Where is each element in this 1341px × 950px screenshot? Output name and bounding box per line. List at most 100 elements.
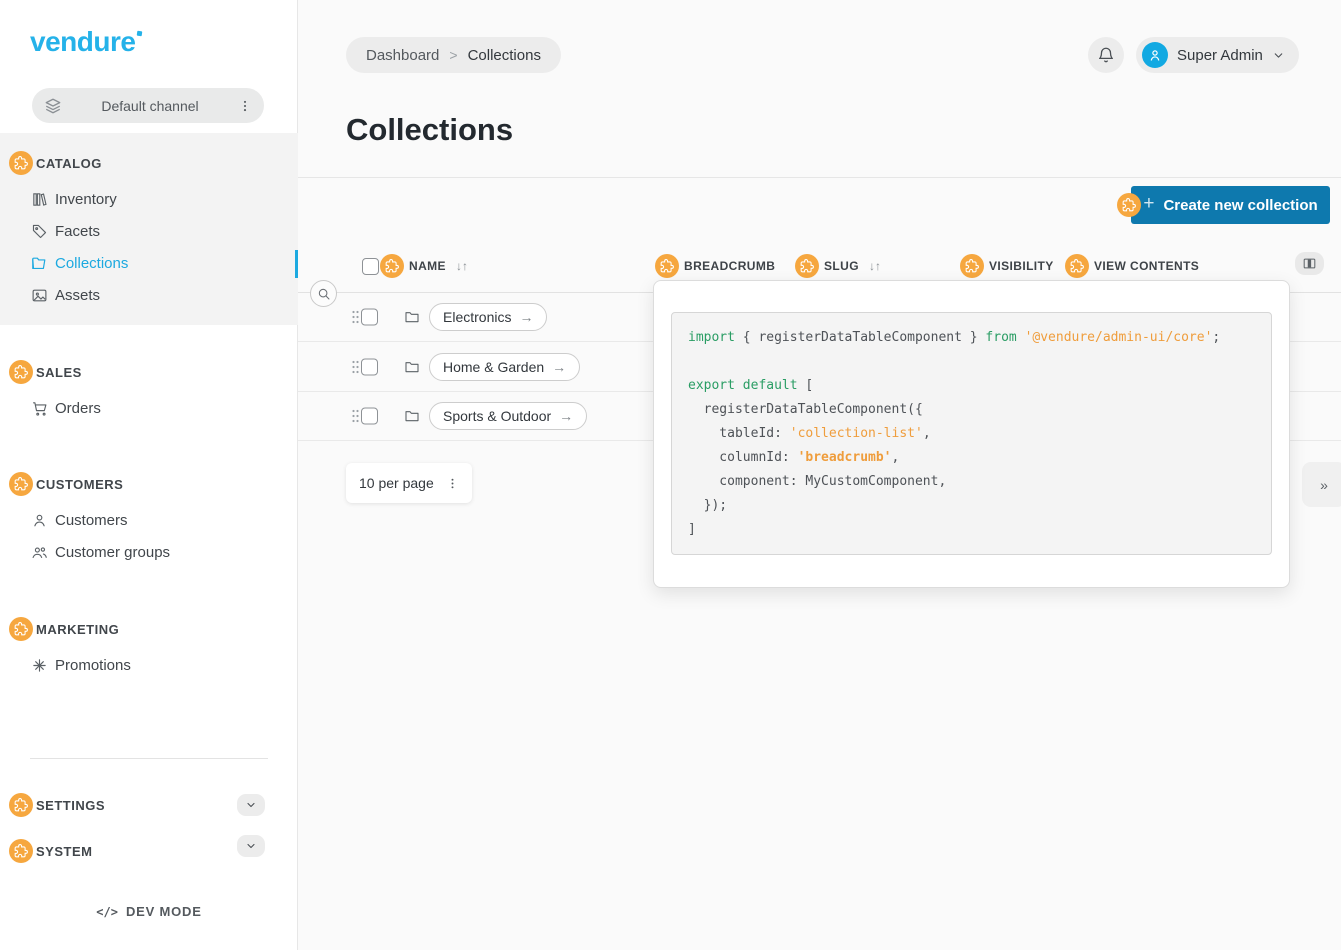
column-settings-button[interactable] bbox=[1295, 252, 1324, 275]
folder-icon bbox=[31, 255, 48, 272]
kebab-icon[interactable] bbox=[238, 99, 252, 113]
breadcrumb-current: Collections bbox=[468, 47, 541, 64]
sidebar-item-label: Promotions bbox=[55, 657, 131, 674]
code-line bbox=[688, 350, 1255, 374]
row-checkbox[interactable] bbox=[361, 309, 378, 326]
user-menu[interactable]: Super Admin bbox=[1136, 37, 1299, 73]
expand-system-button[interactable] bbox=[237, 835, 265, 857]
devmode-puzzle-badge[interactable] bbox=[9, 472, 33, 496]
asterisk-icon bbox=[31, 657, 48, 674]
next-page-button[interactable]: » bbox=[1302, 462, 1341, 507]
sidebar-item-collections[interactable]: Collections bbox=[0, 247, 298, 279]
logo-text: vendure bbox=[30, 26, 135, 57]
sidebar-item-assets[interactable]: Assets bbox=[0, 279, 298, 311]
devmode-puzzle-badge[interactable] bbox=[655, 254, 679, 278]
nav-section-header-settings[interactable]: SETTINGS bbox=[0, 789, 298, 821]
devmode-puzzle-badge[interactable] bbox=[380, 254, 404, 278]
drag-handle-icon[interactable] bbox=[352, 409, 359, 422]
nav-section-header-marketing[interactable]: MARKETING bbox=[0, 613, 298, 645]
nav-section-header-sales[interactable]: SALES bbox=[0, 356, 298, 388]
chevron-down-icon bbox=[245, 840, 257, 852]
devmode-puzzle-badge[interactable] bbox=[960, 254, 984, 278]
chevron-down-icon bbox=[1272, 49, 1285, 62]
nav-section-header-system[interactable]: SYSTEM bbox=[0, 835, 298, 867]
dev-mode-toggle[interactable]: </> DEV MODE bbox=[0, 904, 298, 919]
sidebar-item-label: Customers bbox=[55, 512, 128, 529]
nav-section-header-customers[interactable]: CUSTOMERS bbox=[0, 468, 298, 500]
code-token bbox=[735, 378, 743, 393]
code-token: export bbox=[688, 378, 735, 393]
sidebar-item-orders[interactable]: Orders bbox=[0, 392, 298, 424]
sidebar-item-customers[interactable]: Customers bbox=[0, 504, 298, 536]
page-title: Collections bbox=[346, 112, 513, 148]
column-header-name[interactable]: NAME ↓↑ bbox=[380, 254, 468, 278]
plus-icon: + bbox=[1143, 193, 1154, 215]
devmode-puzzle-badge[interactable] bbox=[795, 254, 819, 278]
search-button[interactable] bbox=[310, 280, 337, 307]
cart-icon bbox=[31, 400, 48, 417]
collection-link[interactable]: Home & Garden → bbox=[429, 353, 580, 381]
code-token bbox=[1017, 330, 1025, 345]
row-checkbox[interactable] bbox=[361, 407, 378, 424]
code-token: ; bbox=[1212, 330, 1220, 345]
select-all-checkbox[interactable] bbox=[362, 258, 379, 275]
sort-icon[interactable]: ↓↑ bbox=[869, 259, 881, 273]
sidebar-item-customer-groups[interactable]: Customer groups bbox=[0, 536, 298, 568]
code-line: }); bbox=[688, 494, 1255, 518]
nav-section-label: SYSTEM bbox=[36, 844, 92, 859]
folder-icon bbox=[404, 309, 420, 325]
devmode-code-popover: import { registerDataTableComponent } fr… bbox=[653, 280, 1290, 588]
devmode-puzzle-badge[interactable] bbox=[9, 617, 33, 641]
expand-settings-button[interactable] bbox=[237, 794, 265, 816]
sidebar-item-promotions[interactable]: Promotions bbox=[0, 649, 298, 681]
collection-link[interactable]: Electronics → bbox=[429, 303, 547, 331]
column-header-slug[interactable]: SLUG ↓↑ bbox=[795, 254, 881, 278]
code-token: component: MyCustomComponent, bbox=[688, 474, 946, 489]
tag-icon bbox=[31, 223, 48, 240]
vendure-logo[interactable]: vendure bbox=[30, 26, 142, 58]
code-token: 'collection-list' bbox=[790, 426, 923, 441]
drag-handle-icon[interactable] bbox=[352, 360, 359, 373]
sidebar-item-label: Customer groups bbox=[55, 544, 170, 561]
user-icon bbox=[31, 512, 48, 529]
breadcrumb-separator: > bbox=[449, 47, 457, 63]
notifications-button[interactable] bbox=[1088, 37, 1124, 73]
breadcrumb-dashboard-link[interactable]: Dashboard bbox=[366, 47, 439, 64]
devmode-puzzle-badge[interactable] bbox=[1065, 254, 1089, 278]
collection-link[interactable]: Sports & Outdoor → bbox=[429, 402, 587, 430]
library-icon bbox=[31, 191, 48, 208]
sidebar-item-facets[interactable]: Facets bbox=[0, 215, 298, 247]
devmode-puzzle-badge[interactable] bbox=[9, 793, 33, 817]
code-token: tableId: bbox=[688, 426, 790, 441]
sidebar-item-label: Collections bbox=[55, 255, 128, 272]
nav-section-label: SETTINGS bbox=[36, 798, 105, 813]
devmode-puzzle-badge[interactable] bbox=[9, 839, 33, 863]
items-per-page-select[interactable]: 10 per page bbox=[346, 463, 472, 503]
channel-selector[interactable]: Default channel bbox=[32, 88, 264, 123]
row-checkbox[interactable] bbox=[361, 358, 378, 375]
create-new-collection-button[interactable]: + Create new collection bbox=[1131, 186, 1330, 224]
code-token: , bbox=[923, 426, 931, 441]
code-line: columnId: 'breadcrumb', bbox=[688, 446, 1255, 470]
code-token: { registerDataTableComponent } bbox=[735, 330, 985, 345]
code-token: from bbox=[985, 330, 1016, 345]
code-icon: </> bbox=[96, 905, 118, 919]
image-icon bbox=[31, 287, 48, 304]
devmode-puzzle-badge[interactable] bbox=[9, 151, 33, 175]
arrow-right-icon: → bbox=[519, 309, 533, 325]
devmode-puzzle-badge[interactable] bbox=[1117, 193, 1141, 217]
devmode-puzzle-badge[interactable] bbox=[9, 360, 33, 384]
nav-section-header-catalog[interactable]: CATALOG bbox=[0, 147, 298, 179]
code-line: ] bbox=[688, 518, 1255, 542]
avatar bbox=[1142, 42, 1168, 68]
sidebar-item-inventory[interactable]: Inventory bbox=[0, 183, 298, 215]
nav-section-label: CATALOG bbox=[36, 156, 102, 171]
nav-section-catalog: CATALOG Inventory Facets Collections bbox=[0, 133, 298, 325]
breadcrumb: Dashboard > Collections bbox=[346, 37, 561, 73]
code-token: '@vendure/admin-ui/core' bbox=[1025, 330, 1213, 345]
dev-mode-label: DEV MODE bbox=[126, 904, 202, 919]
drag-handle-icon[interactable] bbox=[352, 311, 359, 324]
code-token: 'breadcrumb' bbox=[798, 450, 892, 465]
channel-label: Default channel bbox=[62, 98, 238, 114]
sort-icon[interactable]: ↓↑ bbox=[456, 259, 468, 273]
